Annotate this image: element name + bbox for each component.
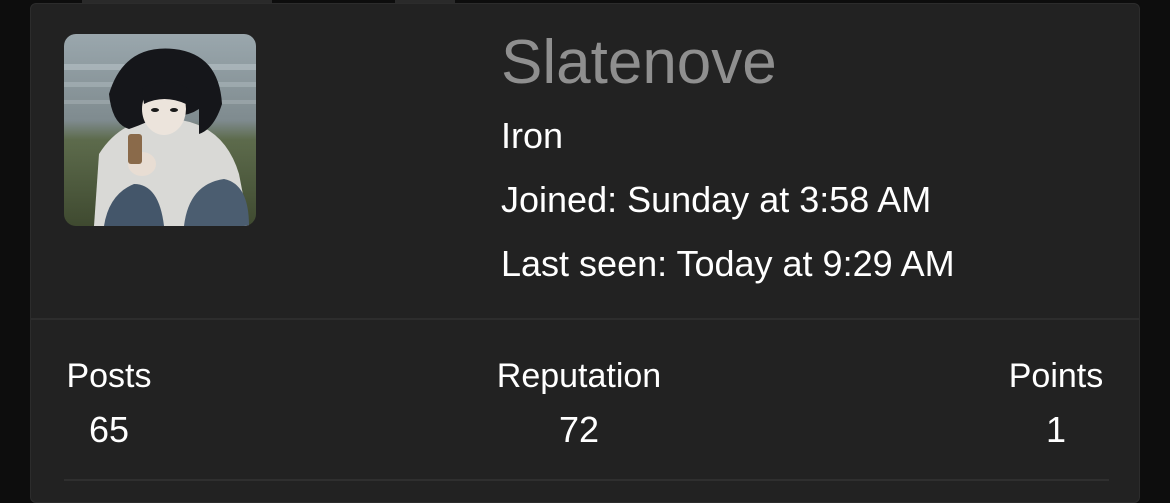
joined-date: Joined: Sunday at 3:58 AM xyxy=(501,179,932,220)
profile-card: Slatenove Iron Joined: Sunday at 3:58 AM… xyxy=(30,3,1140,503)
stat-value: 1 xyxy=(1045,409,1067,450)
last-seen: Last seen: Today at 9:29 AM xyxy=(501,243,955,284)
user-rank: Iron xyxy=(501,115,564,156)
avatar[interactable] xyxy=(64,34,256,226)
username[interactable]: Slatenove xyxy=(501,28,777,98)
stat-value: 72 xyxy=(558,409,600,450)
stat-label: Reputation xyxy=(496,357,662,395)
stat-posts[interactable]: Posts 65 xyxy=(64,356,154,450)
stat-reputation[interactable]: Reputation 72 xyxy=(491,356,667,450)
stat-label: Points xyxy=(1008,357,1104,395)
stat-value: 65 xyxy=(88,409,130,450)
stat-points[interactable]: Points 1 xyxy=(1006,356,1106,450)
divider xyxy=(64,479,1109,481)
avatar-image xyxy=(64,34,256,226)
stat-label: Posts xyxy=(66,357,152,395)
divider xyxy=(31,318,1139,320)
